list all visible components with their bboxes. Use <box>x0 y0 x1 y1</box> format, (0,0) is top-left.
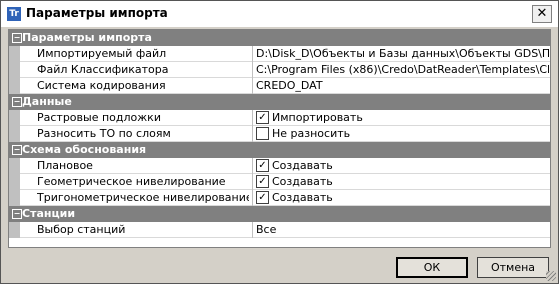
property-name: Плановое <box>37 159 93 172</box>
property-value[interactable]: Все <box>256 223 549 236</box>
title-bar: Tr Параметры импорта ✕ <box>1 1 558 27</box>
property-value: Создавать <box>272 191 333 204</box>
resize-grip[interactable] <box>546 271 556 281</box>
property-value: Создавать <box>272 175 333 188</box>
property-value: Не разносить <box>272 127 351 140</box>
property-row-encoding[interactable]: Система кодирования CREDO_DAT <box>9 78 550 94</box>
category-label: Параметры импорта <box>22 31 152 44</box>
property-value: Создавать <box>272 159 333 172</box>
property-name: Разносить ТО по слоям <box>37 127 171 140</box>
layers-checkbox[interactable] <box>256 127 269 140</box>
collapse-icon[interactable]: − <box>12 209 22 219</box>
category-label: Данные <box>22 95 72 108</box>
app-icon: Tr <box>7 7 21 21</box>
import-dialog: Tr Параметры импорта ✕ − Параметры импор… <box>0 0 559 284</box>
window-title: Параметры импорта <box>26 6 168 20</box>
category-survey-scheme[interactable]: − Схема обоснования <box>9 142 550 158</box>
property-row-trig-leveling[interactable]: Тригонометрическое нивелирование ✓ Созда… <box>9 190 550 206</box>
close-icon: ✕ <box>536 6 548 21</box>
category-stations[interactable]: − Станции <box>9 206 550 222</box>
close-button[interactable]: ✕ <box>532 5 552 23</box>
raster-checkbox[interactable]: ✓ <box>256 111 269 124</box>
cancel-button[interactable]: Отмена <box>477 257 549 278</box>
category-data[interactable]: − Данные <box>9 94 550 110</box>
ok-button[interactable]: ОК <box>396 257 468 278</box>
property-value[interactable]: C:\Program Files (x86)\Credo\DatReader\T… <box>256 63 549 76</box>
trig-leveling-checkbox[interactable]: ✓ <box>256 191 269 204</box>
property-name: Растровые подложки <box>37 111 161 124</box>
collapse-icon[interactable]: − <box>12 33 22 43</box>
category-label: Схема обоснования <box>22 143 147 156</box>
collapse-icon[interactable]: − <box>12 97 22 107</box>
property-name: Система кодирования <box>37 79 166 92</box>
property-row-station-selection[interactable]: Выбор станций Все <box>9 222 550 238</box>
property-value[interactable]: D:\Disk_D\Объекты и Базы данных\Объекты … <box>256 47 549 60</box>
property-value: Импортировать <box>272 111 363 124</box>
property-row-planar[interactable]: Плановое ✓ Создавать <box>9 158 550 174</box>
category-import-params[interactable]: − Параметры импорта <box>9 30 550 46</box>
property-row-geometric-leveling[interactable]: Геометрическое нивелирование ✓ Создавать <box>9 174 550 190</box>
property-name: Импортируемый файл <box>37 47 167 60</box>
property-row-layers[interactable]: Разносить ТО по слоям Не разносить <box>9 126 550 142</box>
property-name: Тригонометрическое нивелирование <box>37 191 249 204</box>
property-row-raster[interactable]: Растровые подложки ✓ Импортировать <box>9 110 550 126</box>
collapse-icon[interactable]: − <box>12 145 22 155</box>
category-label: Станции <box>22 207 76 220</box>
property-name: Геометрическое нивелирование <box>37 175 226 188</box>
property-name: Выбор станций <box>37 223 126 236</box>
property-row-classifier-file[interactable]: Файл Классификатора C:\Program Files (x8… <box>9 62 550 78</box>
geometric-leveling-checkbox[interactable]: ✓ <box>256 175 269 188</box>
property-grid: − Параметры импорта Импортируемый файл D… <box>8 29 551 248</box>
property-name: Файл Классификатора <box>37 63 169 76</box>
property-value[interactable]: CREDO_DAT <box>256 79 549 92</box>
property-row-import-file[interactable]: Импортируемый файл D:\Disk_D\Объекты и Б… <box>9 46 550 62</box>
planar-checkbox[interactable]: ✓ <box>256 159 269 172</box>
